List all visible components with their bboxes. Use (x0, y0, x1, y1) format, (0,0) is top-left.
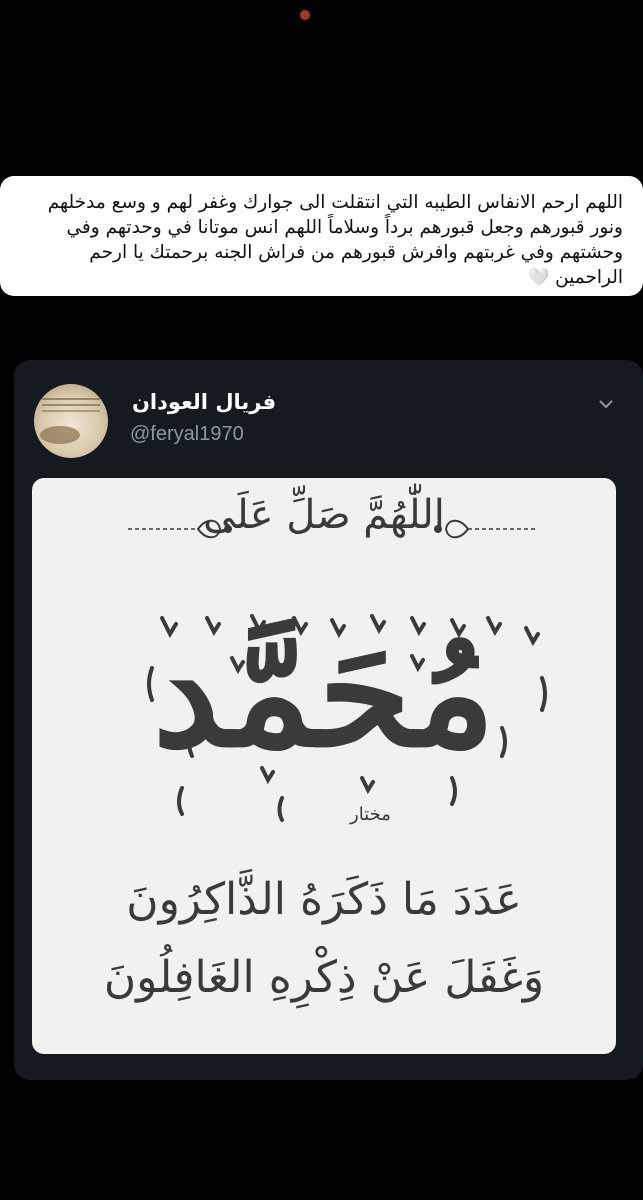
avatar[interactable] (34, 384, 108, 458)
calligraphy-line-1: عَدَدَ مَا ذَكَرَهُ الذَّاكِرُونَ (126, 874, 522, 925)
story-caption: اللهم ارحم الانفاس الطيبه التي انتقلت ال… (0, 176, 643, 296)
calligraphy-prophet-name: مُحَمَّد (152, 605, 496, 781)
heart-emoji-icon: 🤍 (528, 268, 550, 288)
calligraphy-small-word: مختار (350, 804, 391, 825)
chevron-down-icon[interactable] (598, 396, 614, 412)
tweet-image[interactable]: اللّٰهُمَّ صَلِّ عَلَى مُحَمَّد مختار عَ… (32, 478, 616, 1054)
display-name[interactable]: فريال العودان (132, 390, 276, 414)
calligraphy-line-2: وَغَفَلَ عَنْ ذِكْرِهِ الغَافِلُونَ (103, 952, 545, 1003)
tweet-card[interactable]: فريال العودان @feryal1970 اللّٰهُمَّ صَل… (14, 360, 643, 1080)
recording-indicator (300, 10, 310, 20)
user-handle[interactable]: @feryal1970 (130, 423, 244, 446)
